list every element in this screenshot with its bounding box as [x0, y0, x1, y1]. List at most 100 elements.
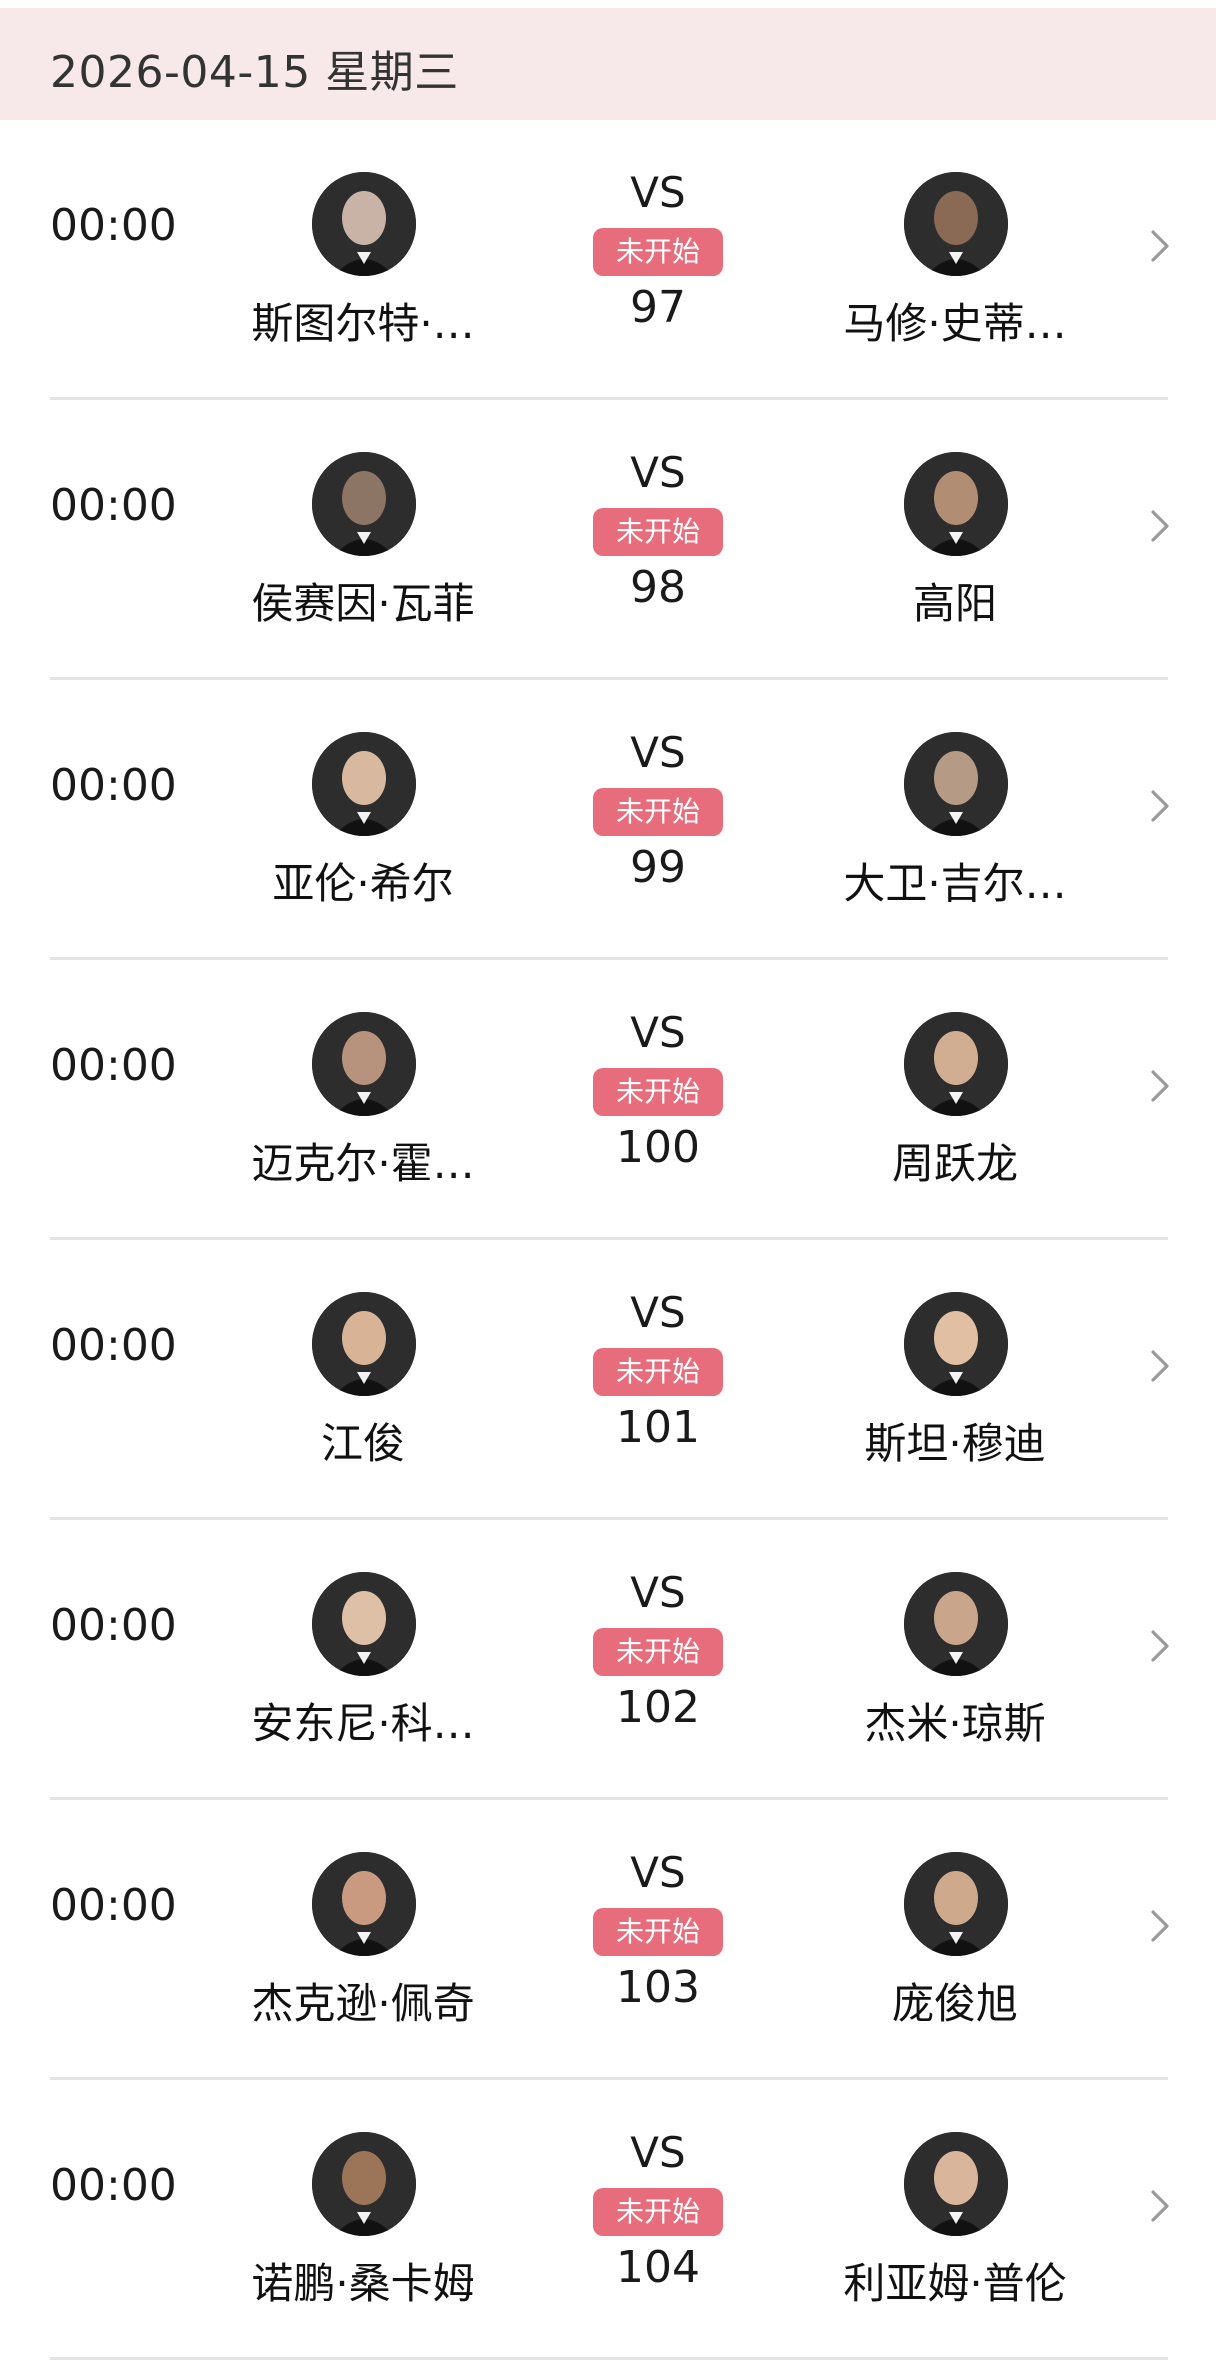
- home-player[interactable]: 诺鹏·桑卡姆: [228, 2132, 498, 2312]
- match-center: VS 未开始 102: [560, 1568, 756, 1768]
- away-player-avatar: [904, 1292, 1008, 1396]
- away-player-name: 利亚姆·普伦: [843, 2259, 1067, 2308]
- home-player[interactable]: 亚伦·希尔: [228, 732, 498, 912]
- away-player-avatar: [904, 172, 1008, 276]
- match-list: 00:00 斯图尔特·… VS 未开始 97 马修·史蒂… 00:00 侯赛因·…: [0, 120, 1216, 2360]
- home-player-avatar: [312, 732, 416, 836]
- vs-label: VS: [630, 1008, 686, 1057]
- away-player[interactable]: 斯坦·穆迪: [820, 1292, 1090, 1472]
- status-badge: 未开始: [593, 1628, 723, 1676]
- away-player-avatar: [904, 452, 1008, 556]
- status-badge: 未开始: [593, 1908, 723, 1956]
- match-time: 00:00: [50, 2160, 177, 2211]
- home-player-avatar: [312, 1012, 416, 1116]
- away-player-name: 杰米·琼斯: [864, 1699, 1046, 1748]
- home-player-name: 亚伦·希尔: [272, 859, 454, 908]
- vs-label: VS: [630, 1848, 686, 1897]
- home-player[interactable]: 江俊: [228, 1292, 498, 1472]
- date-header: 2026-04-15 星期三: [0, 8, 1216, 120]
- away-player[interactable]: 周跃龙: [820, 1012, 1090, 1192]
- away-player[interactable]: 利亚姆·普伦: [820, 2132, 1090, 2312]
- match-number: 97: [630, 282, 686, 333]
- home-player-name: 江俊: [320, 1419, 405, 1468]
- home-player-avatar: [312, 1852, 416, 1956]
- match-row[interactable]: 00:00 亚伦·希尔 VS 未开始 99 大卫·吉尔…: [0, 680, 1216, 960]
- match-row[interactable]: 00:00 安东尼·科… VS 未开始 102 杰米·琼斯: [0, 1520, 1216, 1800]
- match-row[interactable]: 00:00 斯图尔特·… VS 未开始 97 马修·史蒂…: [0, 120, 1216, 400]
- match-center: VS 未开始 97: [560, 168, 756, 368]
- home-player-name: 侯赛因·瓦菲: [251, 579, 475, 628]
- chevron-right-icon[interactable]: [1148, 786, 1172, 826]
- match-row[interactable]: 00:00 迈克尔·霍… VS 未开始 100 周跃龙: [0, 960, 1216, 1240]
- match-time: 00:00: [50, 200, 177, 251]
- row-divider: [50, 2357, 1168, 2360]
- away-player[interactable]: 高阳: [820, 452, 1090, 632]
- status-badge: 未开始: [593, 508, 723, 556]
- vs-label: VS: [630, 728, 686, 777]
- match-number: 100: [616, 1122, 700, 1173]
- status-badge: 未开始: [593, 228, 723, 276]
- match-time: 00:00: [50, 1320, 177, 1371]
- away-player-name: 马修·史蒂…: [843, 299, 1067, 348]
- home-player[interactable]: 杰克逊·佩奇: [228, 1852, 498, 2032]
- home-player-avatar: [312, 172, 416, 276]
- match-row[interactable]: 00:00 江俊 VS 未开始 101 斯坦·穆迪: [0, 1240, 1216, 1520]
- status-badge: 未开始: [593, 1348, 723, 1396]
- vs-label: VS: [630, 1288, 686, 1337]
- away-player[interactable]: 大卫·吉尔…: [820, 732, 1090, 912]
- match-number: 103: [616, 1962, 700, 2013]
- home-player-name: 迈克尔·霍…: [251, 1139, 475, 1188]
- home-player[interactable]: 安东尼·科…: [228, 1572, 498, 1752]
- match-row[interactable]: 00:00 杰克逊·佩奇 VS 未开始 103 庞俊旭: [0, 1800, 1216, 2080]
- home-player[interactable]: 斯图尔特·…: [228, 172, 498, 352]
- away-player[interactable]: 杰米·琼斯: [820, 1572, 1090, 1752]
- match-center: VS 未开始 103: [560, 1848, 756, 2048]
- chevron-right-icon[interactable]: [1148, 1066, 1172, 1106]
- chevron-right-icon[interactable]: [1148, 2186, 1172, 2226]
- match-center: VS 未开始 98: [560, 448, 756, 648]
- chevron-right-icon[interactable]: [1148, 1906, 1172, 1946]
- vs-label: VS: [630, 2128, 686, 2177]
- home-player-name: 杰克逊·佩奇: [251, 1979, 475, 2028]
- away-player-avatar: [904, 2132, 1008, 2236]
- vs-label: VS: [630, 1568, 686, 1617]
- match-number: 104: [616, 2242, 700, 2293]
- away-player-avatar: [904, 1012, 1008, 1116]
- status-badge: 未开始: [593, 1068, 723, 1116]
- match-number: 102: [616, 1682, 700, 1733]
- vs-label: VS: [630, 448, 686, 497]
- match-time: 00:00: [50, 1040, 177, 1091]
- home-player-avatar: [312, 1292, 416, 1396]
- chevron-right-icon[interactable]: [1148, 226, 1172, 266]
- match-time: 00:00: [50, 480, 177, 531]
- match-row[interactable]: 00:00 侯赛因·瓦菲 VS 未开始 98 高阳: [0, 400, 1216, 680]
- home-player-avatar: [312, 2132, 416, 2236]
- away-player-avatar: [904, 1572, 1008, 1676]
- top-edge: [0, 0, 1216, 8]
- vs-label: VS: [630, 168, 686, 217]
- home-player[interactable]: 迈克尔·霍…: [228, 1012, 498, 1192]
- home-player-avatar: [312, 452, 416, 556]
- match-center: VS 未开始 99: [560, 728, 756, 928]
- away-player-name: 周跃龙: [891, 1139, 1018, 1188]
- match-center: VS 未开始 100: [560, 1008, 756, 1208]
- chevron-right-icon[interactable]: [1148, 1626, 1172, 1666]
- away-player-name: 庞俊旭: [891, 1979, 1018, 2028]
- away-player-name: 大卫·吉尔…: [843, 859, 1067, 908]
- away-player[interactable]: 庞俊旭: [820, 1852, 1090, 2032]
- status-badge: 未开始: [593, 2188, 723, 2236]
- match-number: 101: [616, 1402, 700, 1453]
- away-player-avatar: [904, 1852, 1008, 1956]
- away-player-avatar: [904, 732, 1008, 836]
- home-player[interactable]: 侯赛因·瓦菲: [228, 452, 498, 632]
- match-time: 00:00: [50, 760, 177, 811]
- chevron-right-icon[interactable]: [1148, 506, 1172, 546]
- match-number: 99: [630, 842, 686, 893]
- chevron-right-icon[interactable]: [1148, 1346, 1172, 1386]
- match-center: VS 未开始 104: [560, 2128, 756, 2328]
- match-row[interactable]: 00:00 诺鹏·桑卡姆 VS 未开始 104 利亚姆·普伦: [0, 2080, 1216, 2360]
- match-center: VS 未开始 101: [560, 1288, 756, 1488]
- away-player[interactable]: 马修·史蒂…: [820, 172, 1090, 352]
- home-player-name: 诺鹏·桑卡姆: [251, 2259, 475, 2308]
- away-player-name: 斯坦·穆迪: [864, 1419, 1046, 1468]
